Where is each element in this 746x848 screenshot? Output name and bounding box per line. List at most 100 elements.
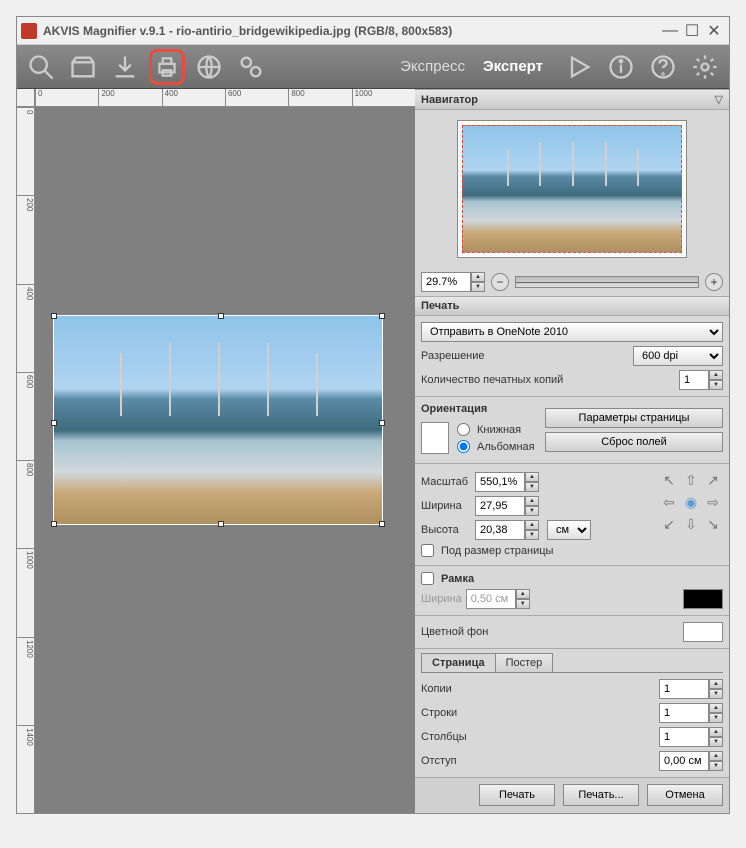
frame-width-spinner[interactable]: ▲▼ [466,589,530,609]
ruler-horizontal: 02004006008001000 [35,89,415,107]
align-sw-icon[interactable]: ↙ [659,514,679,534]
align-e-icon[interactable]: ⇨ [703,492,723,512]
print-button[interactable]: Печать [479,784,555,806]
print-tool-button[interactable] [149,49,185,85]
orientation-preview-icon [421,422,449,454]
share-button[interactable] [191,49,227,85]
mode-express[interactable]: Экспресс [400,58,465,75]
ruler-tick: 200 [17,195,34,283]
copies-label: Количество печатных копий [421,374,563,386]
content-body: 02004006008001000 0200400600800100012001… [17,89,729,813]
zoom-input[interactable] [421,272,471,292]
frame-checkbox[interactable] [421,572,434,585]
landscape-label: Альбомная [477,441,535,453]
zoom-slider[interactable] [515,276,699,288]
footer-buttons: Печать Печать... Отмена [415,777,729,812]
dpi-select[interactable]: 600 dpi [633,346,723,366]
portrait-radio[interactable] [457,423,470,436]
settings-gears-button[interactable] [233,49,269,85]
print-dialog-button[interactable]: Печать... [563,784,639,806]
align-n-icon[interactable]: ⇧ [681,470,701,490]
ruler-tick: 400 [17,284,34,372]
bg-color-picker[interactable] [683,622,723,642]
height-spinner[interactable]: ▲▼ [475,520,539,540]
ruler-tick: 0 [17,107,34,195]
navigator-panel [415,110,729,268]
align-s-icon[interactable]: ⇩ [681,514,701,534]
save-button[interactable] [107,49,143,85]
ruler-tick: 1000 [17,548,34,636]
main-toolbar: Экспресс Эксперт [17,45,729,89]
fit-page-checkbox[interactable] [421,544,434,557]
page-params-button[interactable]: Параметры страницы [545,408,723,428]
tab-margin-spinner[interactable]: ▲▼ [659,751,723,771]
window-title: AKVIS Magnifier v.9.1 - rio-antirio_brid… [43,24,659,38]
ruler-tick: 800 [17,460,34,548]
scale-panel: Масштаб▲▼ Ширина▲▼ Высота▲▼ см Под разме… [415,463,729,565]
align-w-icon[interactable]: ⇦ [659,492,679,512]
zoom-out-button[interactable]: − [491,273,509,291]
minimize-button[interactable]: — [659,20,681,42]
frame-color-picker[interactable] [683,589,723,609]
run-button[interactable] [561,49,597,85]
tab-margin-label: Отступ [421,755,457,767]
ruler-vertical: 0200400600800100012001400 [17,107,35,813]
close-button[interactable]: ✕ [703,20,725,42]
ruler-tick: 400 [162,89,225,106]
mode-expert[interactable]: Эксперт [483,58,543,75]
titlebar: AKVIS Magnifier v.9.1 - rio-antirio_brid… [17,17,729,45]
width-label: Ширина [421,500,471,512]
height-label: Высота [421,524,471,536]
ruler-tick: 0 [35,89,98,106]
cancel-button[interactable]: Отмена [647,784,723,806]
width-spinner[interactable]: ▲▼ [475,496,539,516]
copies-spinner[interactable]: ▲▼ [679,370,723,390]
navigator-thumbnail[interactable] [457,120,687,258]
ruler-tick: 1000 [352,89,415,106]
zoom-in-button[interactable]: + [705,273,723,291]
print-header: Печать [415,296,729,316]
magnifier-tool-button[interactable] [23,49,59,85]
side-panels: Навигатор ▽ ▲▼ − + Печать Отправить в One… [415,89,729,813]
frame-width-label: Ширина [421,593,462,605]
tabs-panel: Страница Постер Копии▲▼ Строки▲▼ Столбцы… [415,648,729,777]
reset-margins-button[interactable]: Сброс полей [545,432,723,452]
spinner-up-icon[interactable]: ▲ [471,272,485,282]
landscape-radio[interactable] [457,440,470,453]
canvas-area[interactable]: 02004006008001000 0200400600800100012001… [17,89,415,813]
image-preview[interactable] [53,315,383,525]
tab-cols-spinner[interactable]: ▲▼ [659,727,723,747]
ruler-tick: 1200 [17,637,34,725]
panel-grip-icon[interactable]: ▽ [715,93,723,106]
tab-cols-label: Столбцы [421,731,467,743]
align-nw-icon[interactable]: ↖ [659,470,679,490]
spinner-down-icon[interactable]: ▼ [471,282,485,292]
ruler-corner [17,89,35,107]
help-button[interactable] [645,49,681,85]
tab-copies-spinner[interactable]: ▲▼ [659,679,723,699]
tab-page[interactable]: Страница [421,653,496,672]
orientation-header: Ориентация [421,403,487,415]
scale-spinner[interactable]: ▲▼ [475,472,539,492]
print-panel: Отправить в OneNote 2010 Разрешение600 d… [415,316,729,396]
tab-rows-spinner[interactable]: ▲▼ [659,703,723,723]
ruler-tick: 1400 [17,725,34,813]
zoom-spinner[interactable]: ▲▼ [421,272,485,292]
tab-poster[interactable]: Постер [495,653,554,672]
info-button[interactable] [603,49,639,85]
canvas-viewport[interactable] [35,107,415,813]
bg-label: Цветной фон [421,626,488,638]
align-center-icon[interactable]: ◉ [681,492,701,512]
navigator-title: Навигатор [421,94,478,106]
printer-select[interactable]: Отправить в OneNote 2010 [421,322,723,342]
align-ne-icon[interactable]: ↗ [703,470,723,490]
frame-panel: Рамка Ширина▲▼ [415,565,729,615]
app-logo-icon [21,23,37,39]
align-se-icon[interactable]: ↘ [703,514,723,534]
prefs-button[interactable] [687,49,723,85]
maximize-button[interactable]: ☐ [681,20,703,42]
alignment-grid[interactable]: ↖⇧↗ ⇦◉⇨ ↙⇩↘ [659,470,723,534]
unit-select[interactable]: см [547,520,591,540]
print-title: Печать [421,300,459,312]
open-button[interactable] [65,49,101,85]
